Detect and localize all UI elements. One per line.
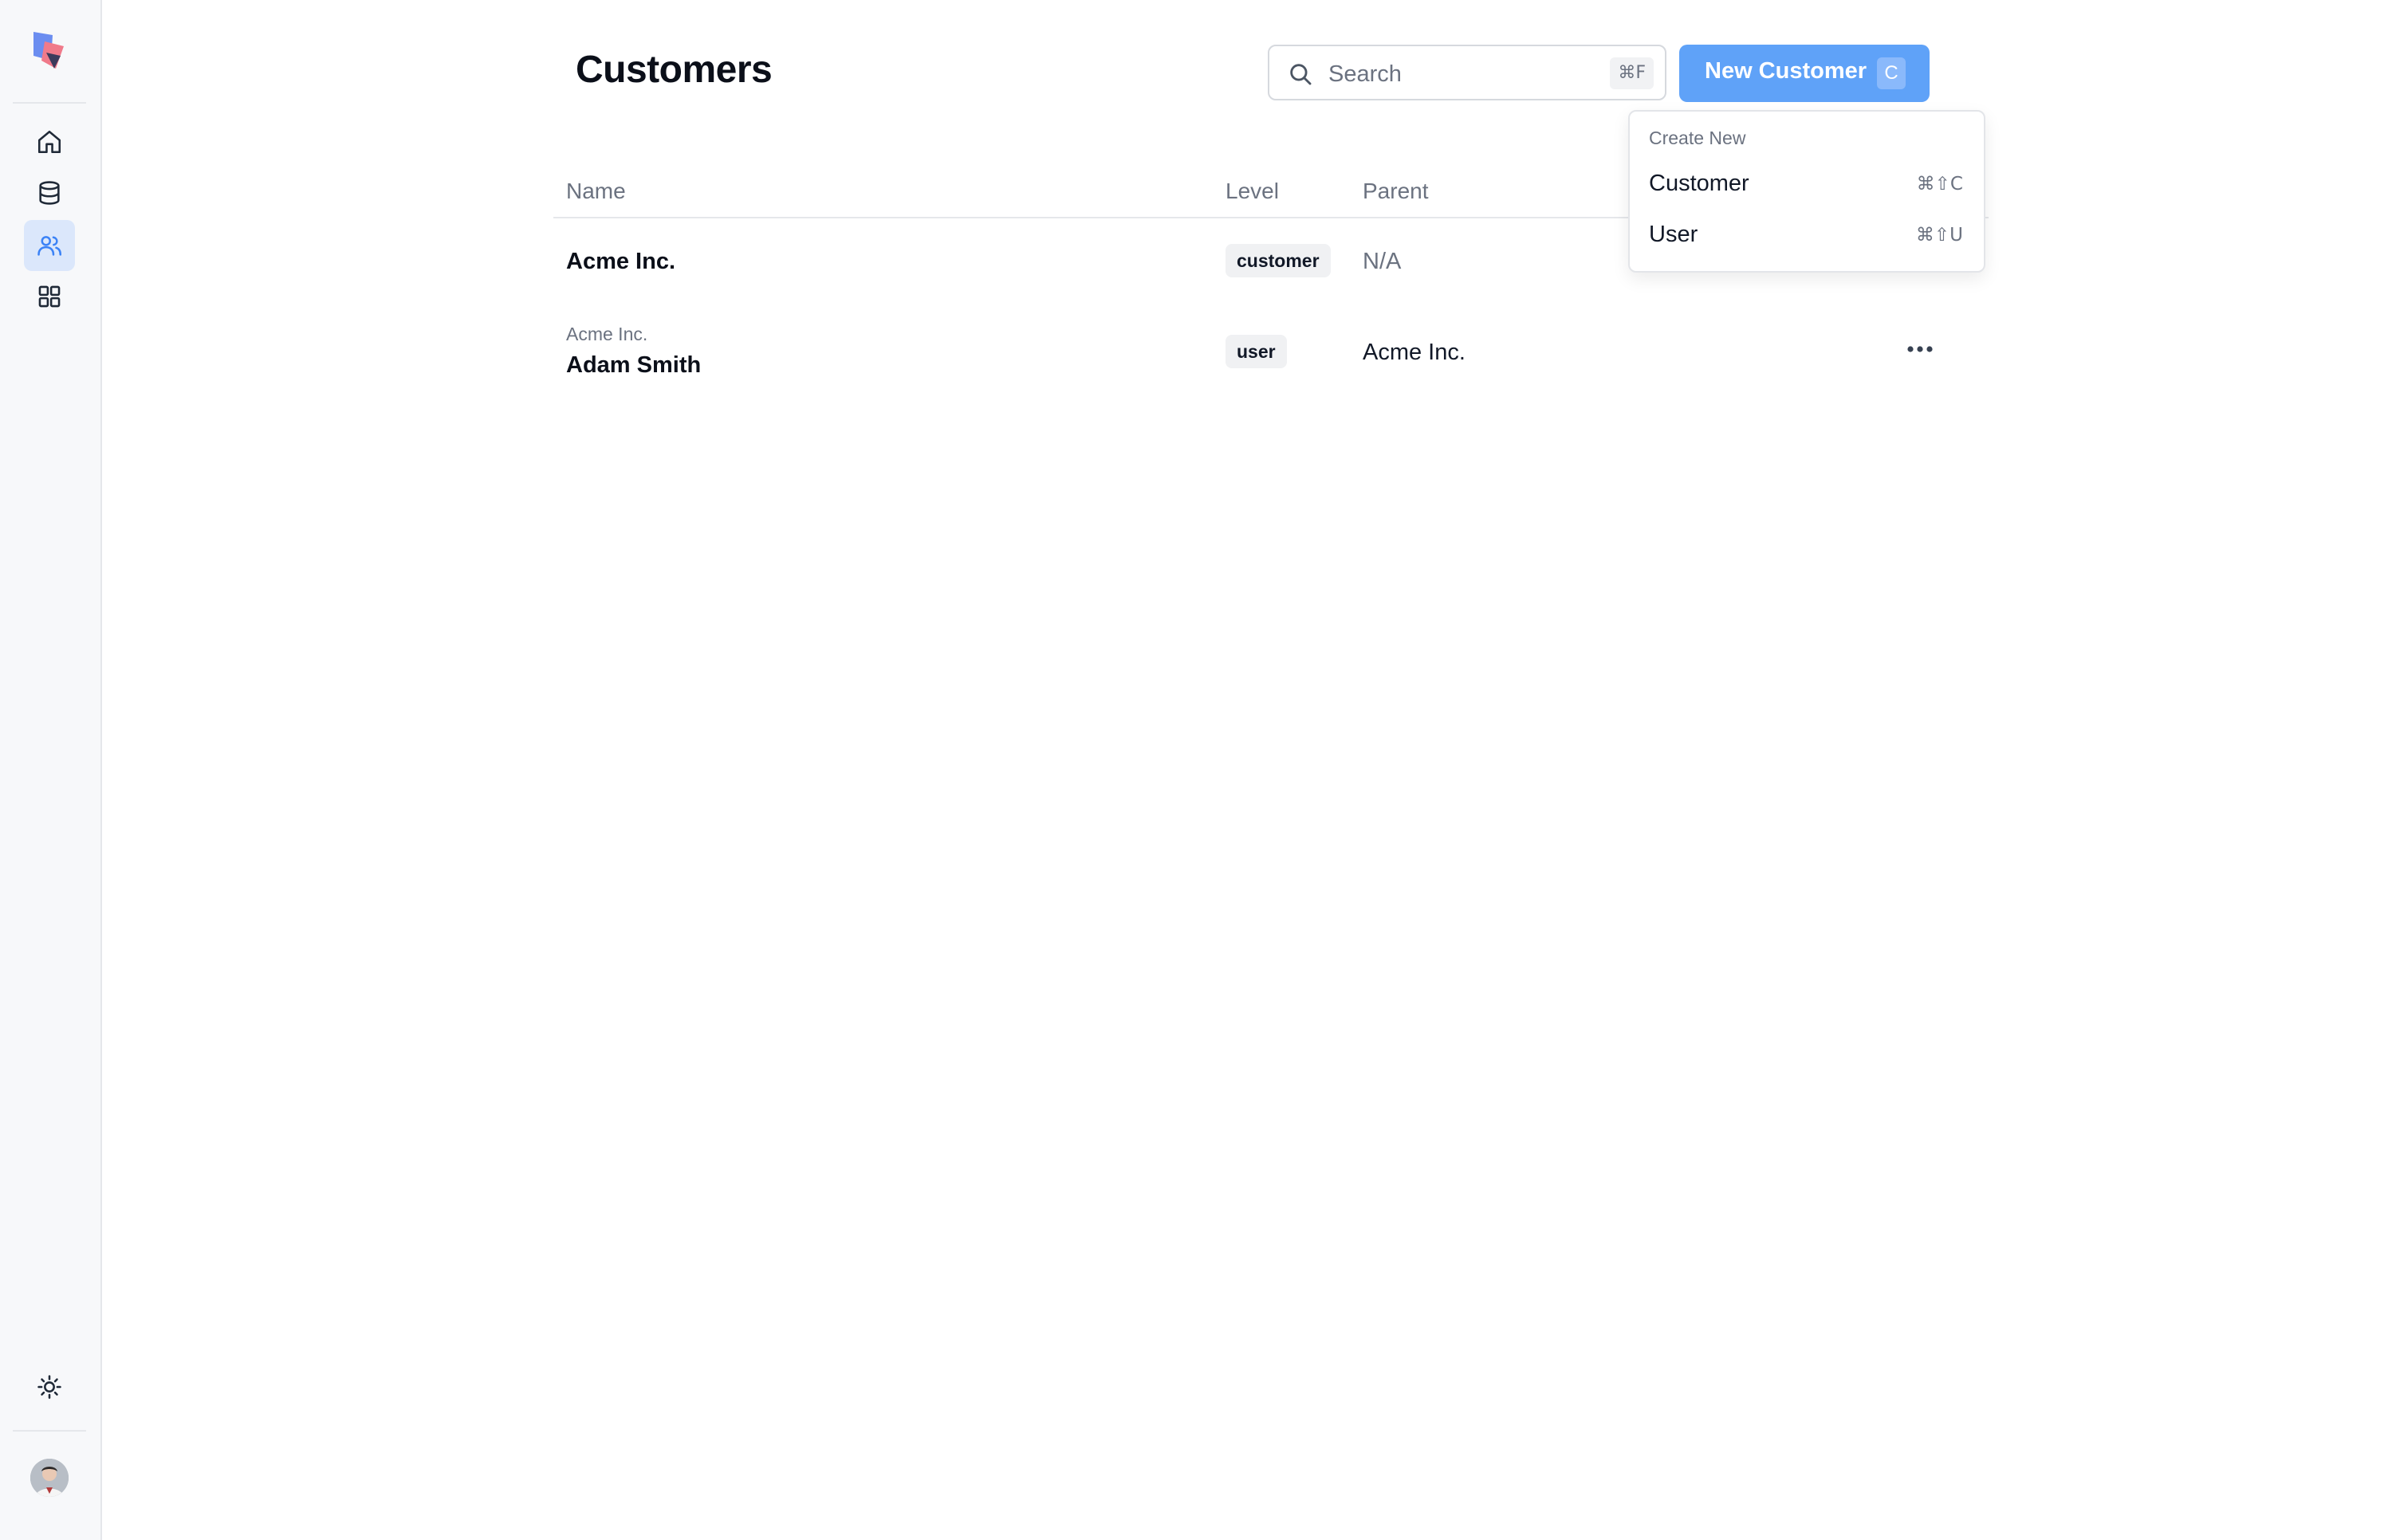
app-logo xyxy=(33,32,64,69)
menu-item-shortcut: ⌘⇧U xyxy=(1915,225,1963,246)
nav-home[interactable] xyxy=(24,116,75,167)
menu-heading: Create New xyxy=(1649,128,1746,148)
nav-customers[interactable] xyxy=(24,220,75,271)
sidebar-divider xyxy=(13,102,86,104)
nav-dashboard[interactable] xyxy=(24,271,75,322)
database-icon xyxy=(39,181,60,205)
search-icon xyxy=(1290,64,1312,85)
page-title: Customers xyxy=(576,49,773,91)
row-name[interactable]: Acme Inc. xyxy=(566,249,675,275)
home-icon xyxy=(37,130,61,154)
new-customer-label: New Customer xyxy=(1705,58,1867,84)
level-badge: user xyxy=(1226,335,1287,368)
row-parent: Acme Inc. xyxy=(1363,340,1466,365)
nav-database[interactable] xyxy=(24,167,75,218)
user-avatar[interactable] xyxy=(30,1459,69,1497)
search-input[interactable] xyxy=(1327,56,1585,92)
theme-toggle[interactable] xyxy=(24,1361,75,1412)
search-box[interactable]: ⌘F xyxy=(1268,45,1666,100)
more-horizontal-icon xyxy=(1907,346,1933,352)
new-customer-button[interactable]: New Customer C xyxy=(1679,45,1930,102)
sidebar xyxy=(0,0,102,1540)
search-shortcut: ⌘F xyxy=(1610,57,1654,89)
level-badge: customer xyxy=(1226,244,1331,277)
row-name[interactable]: Adam Smith xyxy=(566,352,701,379)
dashboard-icon xyxy=(38,285,61,308)
row-parent: N/A xyxy=(1363,249,1402,274)
column-header-name[interactable]: Name xyxy=(566,179,626,204)
menu-item-customer[interactable]: Customer ⌘⇧C xyxy=(1633,161,1981,206)
users-icon xyxy=(37,236,62,256)
menu-item-shortcut: ⌘⇧C xyxy=(1916,174,1963,194)
menu-item-user[interactable]: User ⌘⇧U xyxy=(1633,212,1981,257)
sun-icon xyxy=(37,1375,61,1399)
new-customer-shortcut: C xyxy=(1877,57,1906,89)
create-new-menu: Create New Customer ⌘⇧C User ⌘⇧U xyxy=(1628,110,1985,273)
avatar-image xyxy=(30,1459,69,1497)
column-header-parent[interactable]: Parent xyxy=(1363,179,1429,204)
column-header-level[interactable]: Level xyxy=(1226,179,1279,204)
menu-item-label: Customer xyxy=(1649,171,1749,196)
menu-item-label: User xyxy=(1649,222,1698,247)
row-actions-button[interactable] xyxy=(1904,338,1936,360)
sidebar-divider xyxy=(13,1430,86,1432)
row-parent-name: Acme Inc. xyxy=(566,324,648,344)
